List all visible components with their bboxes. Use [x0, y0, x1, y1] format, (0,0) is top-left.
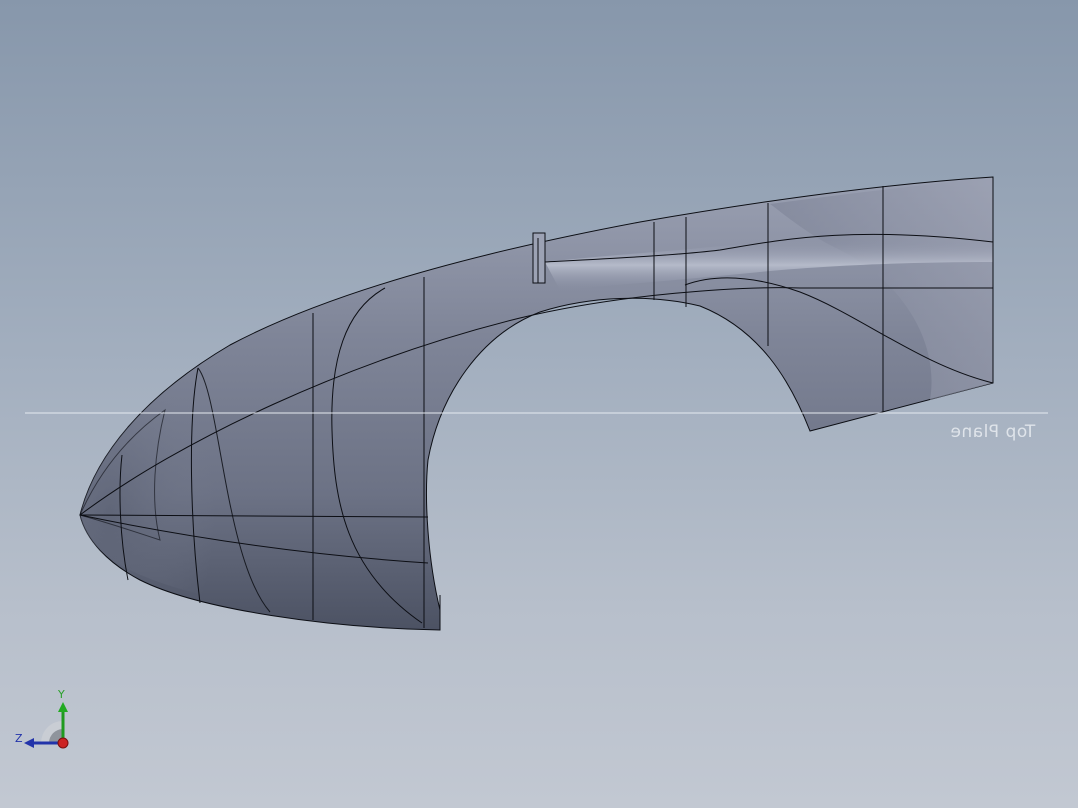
graphics-viewport[interactable]: Top Plane Y Z [0, 0, 1078, 808]
ridge-tab[interactable] [532, 232, 546, 284]
triad-y-label: Y [58, 688, 65, 701]
top-plane-label[interactable]: Top Plane [950, 422, 1035, 442]
model-scene[interactable] [0, 0, 1078, 808]
triad-z-label: Z [15, 732, 23, 745]
